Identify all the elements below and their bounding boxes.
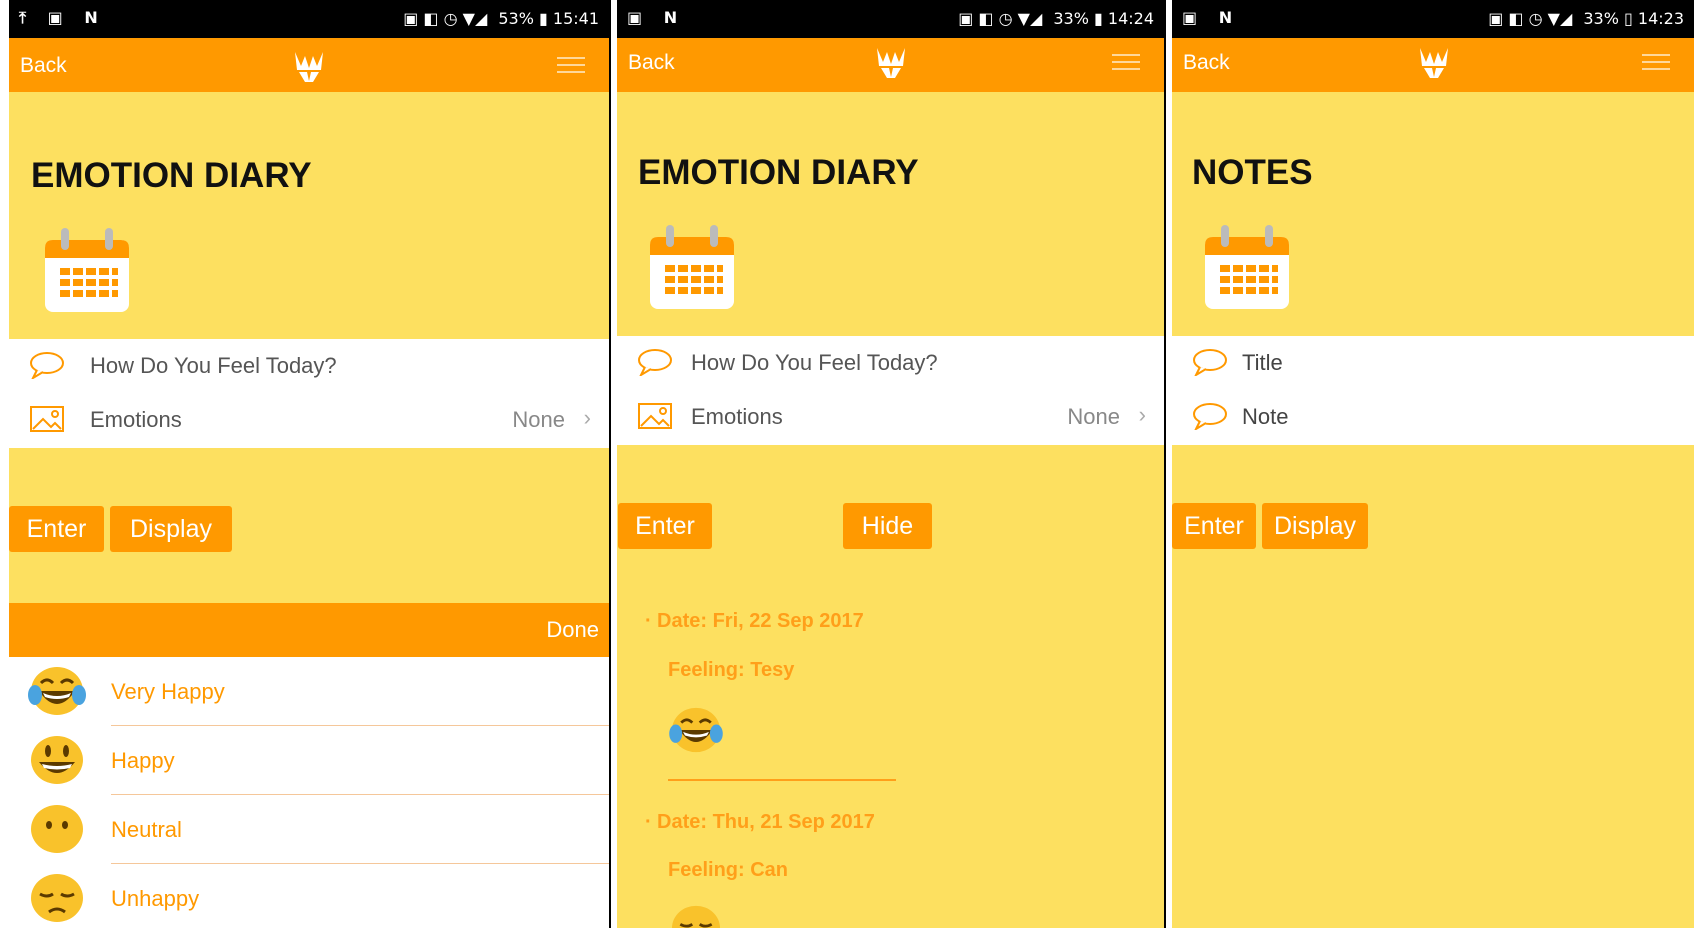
status-right: ▣ ◧ ◷ ▼◢ 33% ▯ 14:23 xyxy=(1488,9,1684,28)
emotion-option-label: Neutral xyxy=(111,817,182,842)
entry-divider xyxy=(668,779,896,781)
app-bar: Back xyxy=(1172,38,1694,92)
calendar-icon[interactable] xyxy=(1203,223,1291,311)
sad-emoji-icon xyxy=(672,905,720,928)
image-icon xyxy=(30,406,64,432)
feeling-input-row[interactable]: How Do You Feel Today? xyxy=(617,336,1164,390)
status-right: ▣ ◧ ◷ ▼◢ 53% ▮ 15:41 xyxy=(403,9,599,28)
page-title: EMOTION DIARY xyxy=(31,156,312,195)
emotion-option-very-happy[interactable]: Very Happy xyxy=(9,657,609,726)
battery-percent: 33% xyxy=(1053,9,1089,28)
speech-bubble-icon xyxy=(1193,403,1227,430)
form-card: How Do You Feel Today? Emotions None › xyxy=(617,336,1164,445)
chevron-right-icon: › xyxy=(1138,402,1146,427)
neutral-emoji-icon xyxy=(31,805,83,853)
menu-icon[interactable] xyxy=(1642,54,1670,75)
status-bar: ▣ N ▣ ◧ ◷ ▼◢ 33% ▯ 14:23 xyxy=(1172,0,1694,38)
app-logo-icon xyxy=(1420,48,1448,78)
app-bar: Back xyxy=(9,38,609,92)
nfc-signal-icons: ▣ ◧ ◷ ▼◢ xyxy=(403,9,488,28)
nfc-signal-icons: ▣ ◧ ◷ ▼◢ xyxy=(958,9,1043,28)
feeling-input-row[interactable]: How Do You Feel Today? xyxy=(9,339,609,393)
entry-feeling: Feeling: Tesy xyxy=(668,659,795,681)
emotion-option-unhappy[interactable]: Unhappy xyxy=(9,864,609,928)
bullet: · xyxy=(645,610,652,632)
bullet: · xyxy=(645,811,652,833)
back-button[interactable]: Back xyxy=(1183,51,1230,75)
enter-button[interactable]: Enter xyxy=(9,506,104,552)
enter-button[interactable]: Enter xyxy=(618,503,712,549)
status-bar: ⤒ ▣ N ▣ ◧ ◷ ▼◢ 53% ▮ 15:41 xyxy=(9,0,609,38)
emotions-row[interactable]: Emotions None › xyxy=(617,390,1164,444)
emotion-option-label: Very Happy xyxy=(111,679,225,704)
entry-date: · Date: Thu, 21 Sep 2017 xyxy=(645,811,875,834)
image-icon xyxy=(638,403,672,429)
battery-icon: ▮ xyxy=(1094,9,1108,28)
sad-emoji-icon xyxy=(31,874,83,922)
battery-icon: ▯ xyxy=(1624,9,1638,28)
speech-bubble-icon xyxy=(1193,349,1227,376)
notes-form-card: Title Note xyxy=(1172,336,1694,445)
emotion-option-neutral[interactable]: Neutral xyxy=(9,795,609,864)
status-left-icons: ⤒ ▣ N xyxy=(19,8,106,27)
title-input[interactable]: Title xyxy=(1242,350,1283,376)
page-title: EMOTION DIARY xyxy=(638,153,919,192)
app-logo-icon xyxy=(877,48,905,78)
page-title: NOTES xyxy=(1192,153,1313,192)
chevron-right-icon: › xyxy=(583,405,591,430)
clock: 14:24 xyxy=(1107,9,1154,28)
emotions-row[interactable]: Emotions None › xyxy=(9,393,609,447)
screen-emotion-history: ▣ N ▣ ◧ ◷ ▼◢ 33% ▮ 14:24 Back EMOTION DI… xyxy=(617,0,1166,928)
emotion-option-label: Unhappy xyxy=(111,886,200,911)
calendar-icon[interactable] xyxy=(648,223,736,311)
display-button[interactable]: Display xyxy=(1262,503,1368,549)
emotions-value: None xyxy=(1067,404,1120,429)
feeling-input[interactable]: How Do You Feel Today? xyxy=(90,353,337,379)
battery-percent: 33% xyxy=(1583,9,1619,28)
smiling-emoji-icon xyxy=(31,736,83,784)
speech-bubble-icon xyxy=(30,352,64,379)
emotion-option-label: Happy xyxy=(111,748,175,773)
form-card: How Do You Feel Today? Emotions None › xyxy=(9,339,609,448)
note-input[interactable]: Note xyxy=(1242,404,1288,430)
laughing-tears-emoji-icon xyxy=(28,667,86,715)
battery-icon: ▮ xyxy=(539,9,553,28)
status-bar: ▣ N ▣ ◧ ◷ ▼◢ 33% ▮ 14:24 xyxy=(617,0,1164,38)
back-button[interactable]: Back xyxy=(628,51,675,75)
calendar-icon[interactable] xyxy=(43,226,131,314)
clock: 14:23 xyxy=(1637,9,1684,28)
enter-button[interactable]: Enter xyxy=(1172,503,1256,549)
status-left-icons: ▣ N xyxy=(1182,8,1241,27)
done-button[interactable]: Done xyxy=(546,617,599,643)
app-bar: Back xyxy=(617,38,1164,92)
entry-feeling: Feeling: Can xyxy=(668,859,789,881)
note-input-row[interactable]: Note xyxy=(1172,390,1694,444)
emotions-label: Emotions xyxy=(691,404,783,429)
title-input-row[interactable]: Title xyxy=(1172,336,1694,390)
app-logo-icon xyxy=(295,52,323,82)
battery-percent: 53% xyxy=(498,9,534,28)
entry-date: · Date: Fri, 22 Sep 2017 xyxy=(645,610,864,633)
screen-notes: ▣ N ▣ ◧ ◷ ▼◢ 33% ▯ 14:23 Back NOTES Titl… xyxy=(1172,0,1694,928)
emotion-option-happy[interactable]: Happy xyxy=(9,726,609,795)
feeling-input[interactable]: How Do You Feel Today? xyxy=(691,350,938,376)
menu-icon[interactable] xyxy=(1112,54,1140,75)
screen-emotion-picker: ⤒ ▣ N ▣ ◧ ◷ ▼◢ 53% ▮ 15:41 Back EMOTION … xyxy=(9,0,611,928)
picker-toolbar: Done xyxy=(9,603,609,657)
emotions-value: None xyxy=(512,407,565,432)
entry-date-text: Date: Fri, 22 Sep 2017 xyxy=(657,610,864,632)
display-button[interactable]: Display xyxy=(110,506,232,552)
entry-date-text: Date: Thu, 21 Sep 2017 xyxy=(657,811,875,833)
emotion-picker-list: Very Happy Happy Neutral Unhappy xyxy=(9,657,609,928)
menu-icon[interactable] xyxy=(557,57,585,78)
back-button[interactable]: Back xyxy=(20,54,67,78)
laughing-tears-emoji-icon xyxy=(669,707,723,753)
clock: 15:41 xyxy=(552,9,599,28)
speech-bubble-icon xyxy=(638,349,672,376)
nfc-signal-icons: ▣ ◧ ◷ ▼◢ xyxy=(1488,9,1573,28)
status-left-icons: ▣ N xyxy=(627,8,686,27)
emotions-label: Emotions xyxy=(90,407,182,432)
hide-button[interactable]: Hide xyxy=(843,503,932,549)
status-right: ▣ ◧ ◷ ▼◢ 33% ▮ 14:24 xyxy=(958,9,1154,28)
